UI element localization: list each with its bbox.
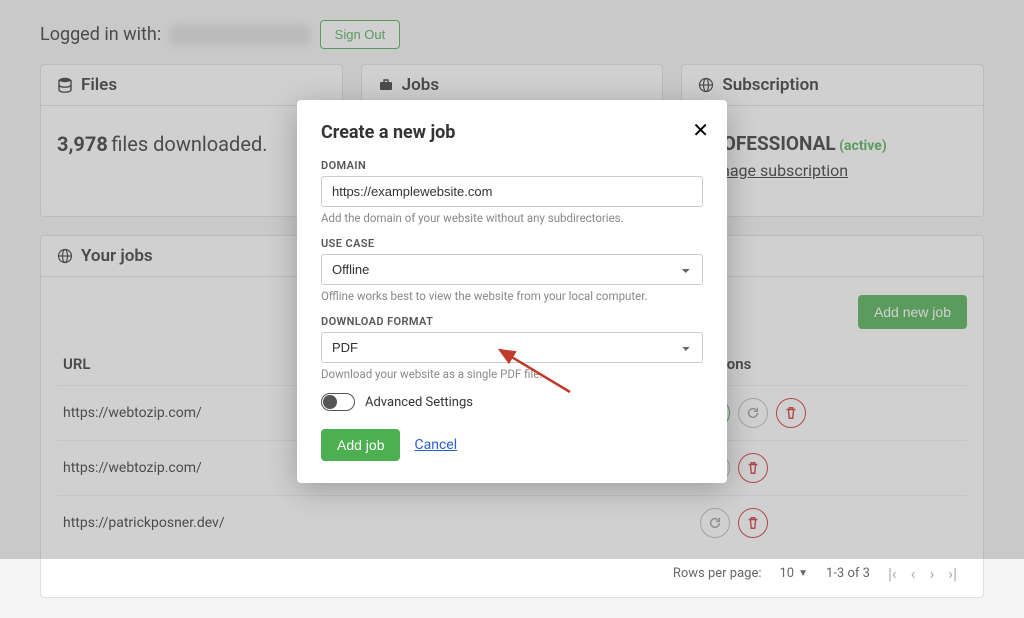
format-hint: Download your website as a single PDF fi… [321, 367, 703, 381]
page-first-icon[interactable]: |‹ [888, 564, 897, 583]
page-last-icon[interactable]: ›| [948, 564, 957, 583]
domain-input[interactable] [321, 176, 703, 207]
modal-overlay: Create a new job ✕ DOMAIN Add the domain… [0, 0, 1024, 559]
format-label: DOWNLOAD FORMAT [321, 315, 703, 328]
rows-per-page-label: Rows per page: [673, 566, 762, 581]
close-icon[interactable]: ✕ [692, 118, 709, 143]
use-case-label: USE CASE [321, 237, 703, 250]
use-case-select[interactable]: Offline [321, 254, 703, 285]
rows-per-page-select[interactable]: 10 ▼ [780, 566, 809, 581]
create-job-modal: Create a new job ✕ DOMAIN Add the domain… [297, 100, 727, 483]
modal-title: Create a new job [321, 122, 703, 143]
page-prev-icon[interactable]: ‹ [911, 564, 916, 583]
format-select[interactable]: PDF [321, 332, 703, 363]
page-next-icon[interactable]: › [929, 564, 934, 583]
domain-label: DOMAIN [321, 159, 703, 172]
add-job-button[interactable]: Add job [321, 429, 400, 461]
use-case-hint: Offline works best to view the website f… [321, 289, 703, 303]
pagination-range: 1-3 of 3 [826, 566, 870, 581]
advanced-settings-toggle[interactable] [321, 393, 355, 411]
cancel-link[interactable]: Cancel [414, 437, 457, 453]
caret-down-icon: ▼ [798, 568, 808, 579]
advanced-settings-label: Advanced Settings [365, 395, 473, 410]
domain-hint: Add the domain of your website without a… [321, 211, 703, 225]
